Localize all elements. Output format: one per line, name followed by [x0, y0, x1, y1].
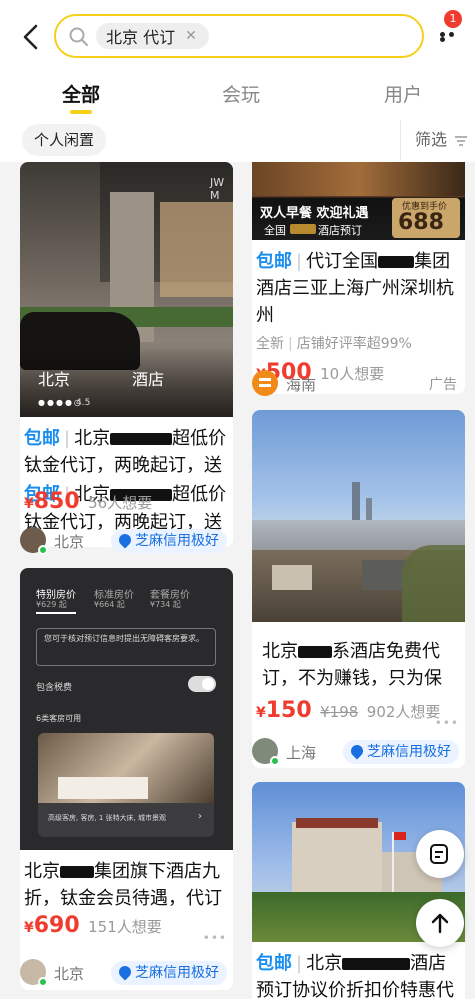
listing-title: 包邮 | 北京 超低价钛金代订，两晚起订，送 — [24, 428, 227, 476]
credit-badge: 芝麻信用极好 — [111, 961, 227, 985]
image-caption-hotel: 酒店 — [132, 370, 165, 389]
category-tabs: 全部 会玩 用户 — [0, 70, 475, 120]
banner-price: 688 — [398, 210, 444, 235]
more-dots-icon[interactable]: ••• — [203, 924, 227, 952]
seller-location: 北京 — [54, 965, 85, 983]
top-bar: 北京 代订 ✕ 1 — [0, 0, 475, 70]
arrow-up-icon — [431, 913, 449, 934]
listing-price: 850 — [33, 489, 80, 514]
listing-title: 包邮|北京酒店预订协议价折扣价特惠代订 — [256, 953, 454, 999]
post-item-button[interactable] — [416, 830, 464, 878]
search-keyword: 北京 代订 — [106, 28, 176, 47]
image-rating: 4.5 — [76, 398, 91, 408]
tab-all[interactable]: 全部 — [62, 80, 100, 107]
listing-screenshot-image: 特别房价 标准房价 套餐房价 ¥629 起 ¥664 起 ¥734 起 您可于核… — [20, 568, 233, 850]
notification-badge: 1 — [444, 10, 462, 28]
credit-badge: 芝麻信用极好 — [111, 529, 227, 553]
seller-location: 北京 — [54, 533, 85, 551]
seller-avatar — [20, 527, 48, 555]
listing-image — [252, 410, 465, 622]
back-arrow-icon[interactable] — [18, 22, 44, 52]
listing-price-row: ¥150 ¥198 902人想要 ••• — [252, 695, 465, 730]
seller-row[interactable]: 北京 芝麻信用极好 — [20, 525, 233, 557]
chevron-right-icon: › — [198, 811, 202, 822]
ad-label: 广告 — [429, 377, 457, 393]
seller-avatar — [252, 738, 280, 766]
banner-headline: 双人早餐 欢迎礼遇 — [260, 206, 369, 221]
seller-row[interactable]: 北京 芝麻信用极好 — [20, 957, 233, 989]
listing-price-row: ¥690 151人想要 ••• — [20, 910, 233, 945]
seller-row[interactable]: 上海 芝麻信用极好 — [252, 736, 465, 768]
clear-keyword-icon[interactable]: ✕ — [185, 28, 197, 44]
ad-location: 海南 — [286, 376, 317, 394]
credit-badge: 芝麻信用极好 — [343, 740, 459, 764]
free-shipping-tag: 包邮 — [24, 428, 60, 449]
seller-location: 上海 — [286, 744, 317, 762]
listing-image: JW M 北京 酒店 ●●●●○ 4.5 — [20, 162, 233, 417]
listing-meta: 全新 | 店铺好评率超99% — [256, 336, 412, 352]
search-bar[interactable]: 北京 代订 ✕ — [54, 14, 424, 58]
personal-idle-filter[interactable]: 个人闲置 — [22, 124, 107, 156]
filter-button[interactable]: 筛选 — [400, 120, 468, 160]
more-options-icon[interactable] — [440, 32, 464, 42]
search-keyword-chip[interactable]: 北京 代订 ✕ — [96, 23, 209, 49]
scroll-to-top-button[interactable] — [416, 899, 464, 947]
filter-label: 筛选 — [415, 130, 448, 149]
listing-banner-image: 双人早餐 欢迎礼遇 全国 酒店预订 优惠到手价 688 — [252, 162, 465, 240]
shop-logo-icon — [252, 370, 278, 396]
want-count: 56人想要 — [88, 494, 153, 512]
edit-note-icon — [430, 844, 448, 864]
filter-row: 个人闲置 筛选 — [0, 120, 475, 162]
listing-title: 北京 系酒店免费代订，不为赚钱，只为保 — [262, 641, 442, 689]
filter-funnel-icon — [455, 135, 468, 146]
seller-avatar — [20, 959, 48, 987]
listing-card-2[interactable]: 双人早餐 欢迎礼遇 全国 酒店预订 优惠到手价 688 包邮 | 代订全国 集团酒店三… — [252, 162, 465, 394]
active-tab-indicator — [70, 110, 92, 114]
tab-users[interactable]: 用户 — [384, 80, 422, 107]
listing-card-5[interactable]: 包邮|北京酒店预订协议价折扣价特惠代订 — [252, 782, 465, 999]
listing-price-row: ¥850 56人想要 — [24, 489, 153, 514]
search-icon — [69, 27, 88, 46]
hotel-sign-text: JW M — [210, 176, 225, 202]
image-caption-city: 北京 — [38, 370, 71, 389]
result-feed: JW M 北京 酒店 ●●●●○ 4.5 包邮 | 北京 超低价钛金代订，两晚起订，送… — [0, 162, 475, 999]
tab-play[interactable]: 会玩 — [222, 80, 260, 107]
ad-row[interactable]: 海南 广告 — [252, 366, 465, 402]
listing-title: 北京 集团旗下酒店九折，钛金会员待遇，代订 — [24, 861, 222, 909]
more-dots-icon[interactable]: ••• — [435, 709, 459, 737]
credit-drop-icon — [116, 531, 134, 549]
listing-title: 包邮 | 代订全国 集团酒店三亚上海广州深圳杭州 — [256, 251, 454, 326]
